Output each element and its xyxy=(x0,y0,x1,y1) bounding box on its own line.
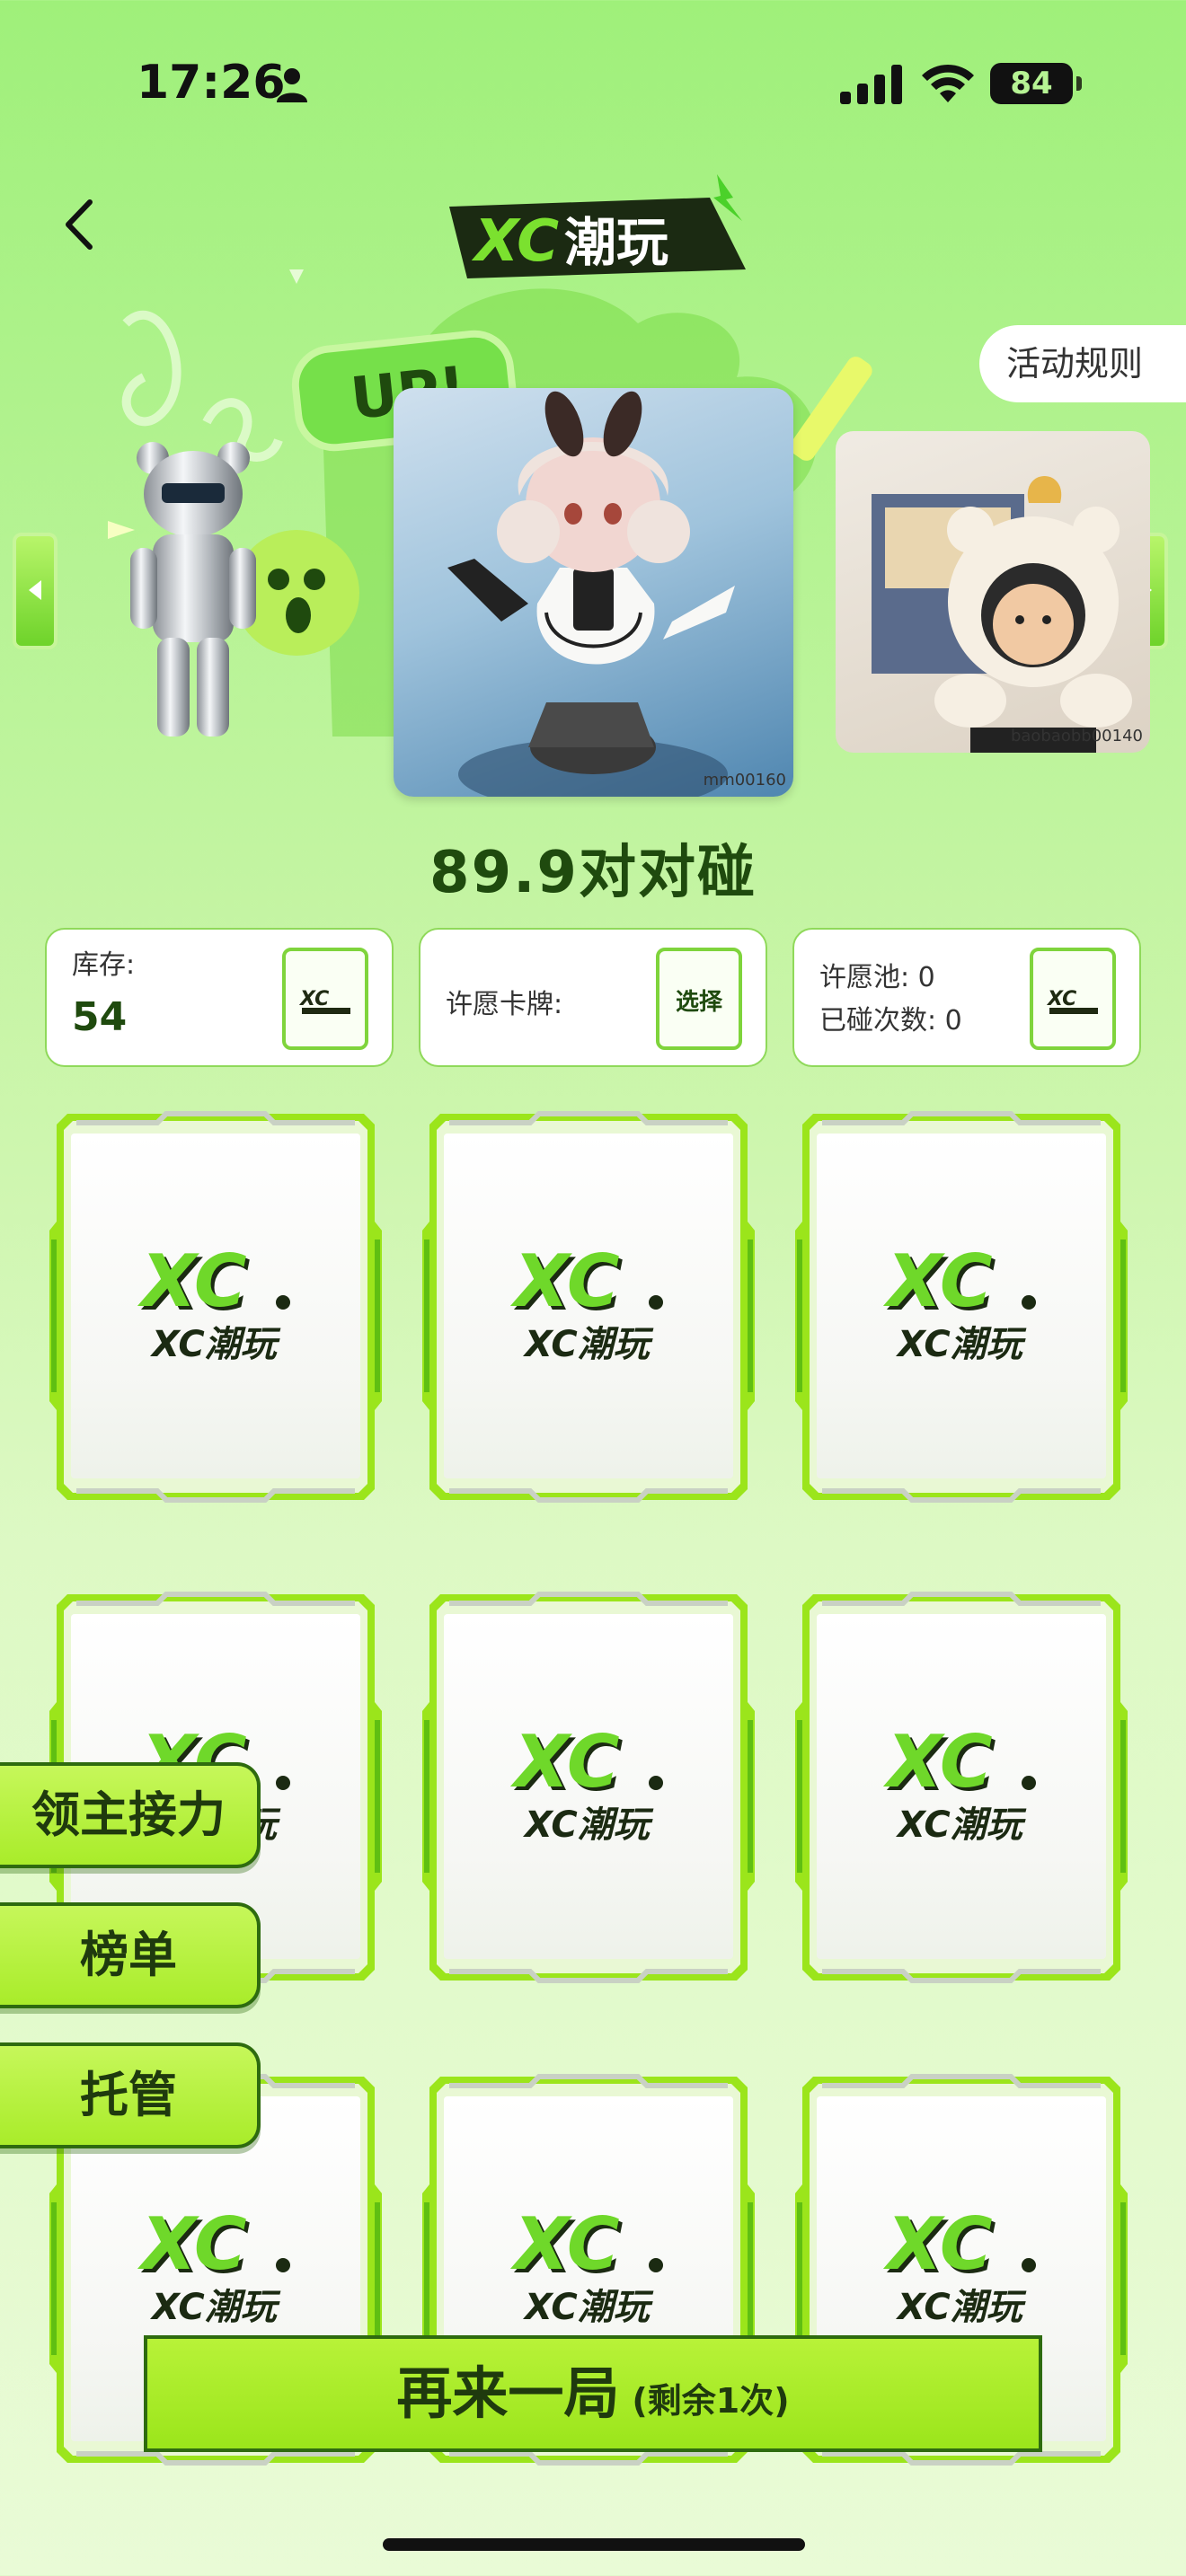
ranking-button[interactable]: 榜单 xyxy=(0,1902,261,2008)
flip-card-3[interactable] xyxy=(795,1105,1128,1509)
stock-info-card: 库存: 54 XC xyxy=(45,928,394,1067)
flip-card-1[interactable] xyxy=(49,1105,382,1509)
lord-relay-button[interactable]: 领主接力 xyxy=(0,1762,261,1868)
xc-card-logo-icon xyxy=(136,2202,297,2328)
cellular-signal-icon xyxy=(840,65,902,104)
chevron-left-icon xyxy=(29,580,41,600)
product-image-right[interactable]: baobaobb00140 xyxy=(836,431,1150,753)
xc-card-logo-icon xyxy=(881,1720,1043,1846)
product-image-bearbrick[interactable] xyxy=(126,440,261,745)
stock-value: 54 xyxy=(72,994,128,1040)
svg-text:潮玩: 潮玩 xyxy=(564,212,668,273)
doll-figure-illustration xyxy=(447,391,735,797)
flip-card-6[interactable] xyxy=(795,1585,1128,1989)
person-icon xyxy=(277,68,307,102)
back-button[interactable] xyxy=(54,193,108,256)
xc-logo-icon: XC xyxy=(298,988,350,1014)
battery-indicator: 84 xyxy=(990,63,1082,104)
xc-card-logo-icon xyxy=(881,1239,1043,1365)
wish-pool-label: 许愿池: 0 xyxy=(819,962,935,993)
wifi-icon xyxy=(922,64,974,102)
xc-card-logo-icon xyxy=(509,1239,670,1365)
pool-card-thumbnail: XC xyxy=(1030,948,1116,1050)
xc-card-logo-icon xyxy=(509,2202,670,2328)
home-indicator[interactable] xyxy=(383,2538,805,2551)
flip-card-2[interactable] xyxy=(422,1105,755,1509)
xc-card-logo-icon xyxy=(136,1239,297,1365)
choose-label: 选择 xyxy=(675,989,722,1016)
wish-pool-info-card: 许愿池: 0 已碰次数: 0 XC xyxy=(792,928,1141,1067)
clock: 17:26 xyxy=(137,56,286,110)
activity-rules-button[interactable]: 活动规则 xyxy=(979,325,1186,402)
status-bar: 17:26 84 xyxy=(0,0,1186,171)
choose-card-button[interactable]: 选择 xyxy=(656,948,742,1050)
play-again-label: 再来一局 xyxy=(396,2360,620,2426)
bear-figure-illustration xyxy=(872,476,1132,753)
xc-card-logo-icon xyxy=(509,1720,670,1846)
play-again-button[interactable]: 再来一局 (剩余1次) xyxy=(144,2335,1042,2452)
remaining-count: (剩余1次) xyxy=(632,2381,790,2421)
product-code-right: baobaobb00140 xyxy=(1010,727,1143,745)
svg-text:XC: XC xyxy=(471,208,559,275)
hit-count-label: 已碰次数: 0 xyxy=(819,1005,962,1037)
auto-play-button[interactable]: 托管 xyxy=(0,2042,261,2148)
stock-label: 库存: xyxy=(72,949,136,981)
product-code-main: mm00160 xyxy=(703,771,786,790)
xc-logo-icon: XC xyxy=(1046,988,1098,1014)
stock-card-thumbnail: XC xyxy=(282,948,368,1050)
wish-card-label: 许愿卡牌: xyxy=(446,989,563,1020)
wish-card-info-card[interactable]: 许愿卡牌: 选择 xyxy=(419,928,767,1067)
flip-card-5[interactable] xyxy=(422,1585,755,1989)
svg-text:XC: XC xyxy=(1046,988,1076,1010)
svg-text:XC: XC xyxy=(298,988,329,1010)
xc-card-logo-icon xyxy=(881,2202,1043,2328)
product-image-main[interactable]: mm00160 xyxy=(394,388,793,797)
carousel-prev-button[interactable] xyxy=(13,533,58,649)
game-title: 89.9对对碰 xyxy=(429,840,757,906)
